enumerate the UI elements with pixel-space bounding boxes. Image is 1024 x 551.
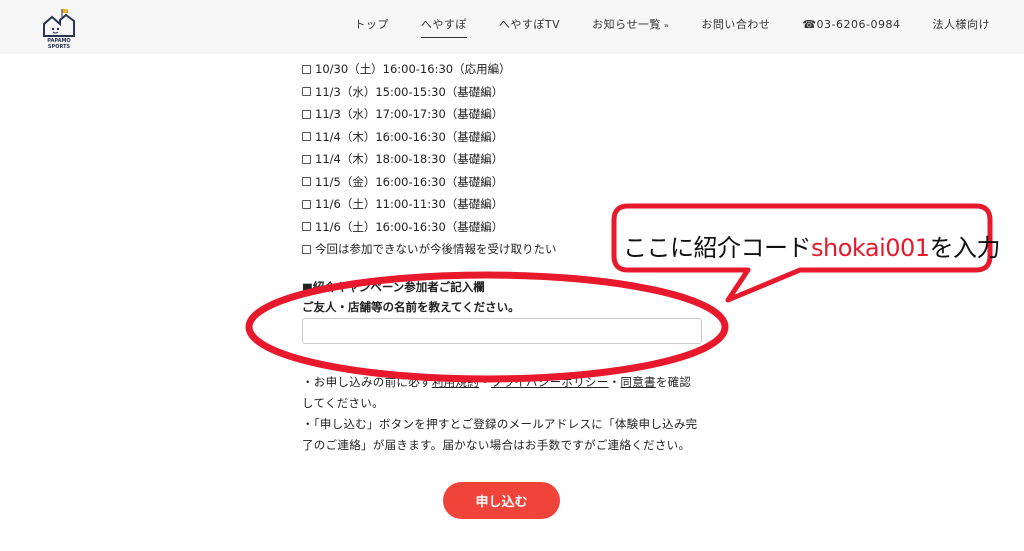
schedule-option-label: 10/30（土）16:00-16:30（応用編） (315, 62, 511, 77)
checkbox[interactable] (302, 64, 311, 74)
checkbox[interactable] (302, 109, 311, 119)
annotation-text-after: を入力 (929, 234, 1001, 262)
chevron-down-icon: » (663, 21, 670, 30)
referral-code: shokai001 (811, 234, 930, 262)
schedule-option-label: 11/5（金）16:00-16:30（基礎編） (315, 174, 504, 189)
schedule-option-label: 今回は参加できないが今後情報を受け取りたい (315, 242, 557, 257)
schedule-option-label: 11/6（土）11:00-11:30（基礎編） (315, 197, 504, 212)
schedule-option[interactable]: 10/30（土）16:00-16:30（応用編） (302, 58, 557, 81)
privacy-policy-link[interactable]: プライバシーポリシー (491, 375, 609, 389)
schedule-option[interactable]: 11/4（木）18:00-18:30（基礎編） (302, 148, 557, 171)
nav-phone[interactable]: ☎03-6206-0984 (802, 18, 900, 31)
checkbox[interactable] (302, 177, 311, 187)
checkbox[interactable] (302, 244, 311, 254)
notice-line-email: ・「申し込む」ボタンを押すとご登録のメールアドレスに「体験申し込み完了のご連絡」… (302, 417, 698, 452)
checkbox[interactable] (302, 199, 311, 209)
annotation-text-before: ここに紹介コード (623, 234, 812, 262)
nav-contact[interactable]: お問い合わせ (701, 16, 770, 32)
nav-top[interactable]: トップ (354, 16, 389, 32)
schedule-option[interactable]: 11/3（水）17:00-17:30（基礎編） (302, 103, 557, 126)
consent-form-link[interactable]: 同意書 (620, 375, 655, 389)
referral-name-input[interactable] (302, 318, 702, 344)
schedule-option[interactable]: 11/6（土）16:00-16:30（基礎編） (302, 216, 557, 239)
main-nav: トップ へやすぽ へやすぽTV お知らせ一覧» お問い合わせ ☎03-6206-… (322, 16, 991, 38)
nav-heyasupo[interactable]: へやすぽ (420, 16, 467, 38)
schedule-option-label: 11/3（水）15:00-15:30（基礎編） (315, 84, 504, 99)
schedule-option[interactable]: 11/3（水）15:00-15:30（基礎編） (302, 81, 557, 104)
checkbox[interactable] (302, 222, 311, 232)
notice-text: ・お申し込みの前に必ず利用規約・プライバシーポリシー・同意書を確認してください。… (302, 372, 702, 456)
schedule-option-label: 11/4（木）16:00-16:30（基礎編） (315, 129, 504, 144)
separator: ・ (608, 375, 621, 389)
nav-heyasupo-tv[interactable]: へやすぽTV (499, 16, 560, 32)
papamo-sports-logo[interactable]: PAPAMO SPORTS (36, 6, 82, 52)
site-header: PAPAMO SPORTS トップ へやすぽ へやすぽTV お知らせ一覧» お問… (0, 0, 1024, 54)
checkbox[interactable] (302, 87, 311, 97)
schedule-option[interactable]: 11/6（土）11:00-11:30（基礎編） (302, 193, 557, 216)
notice-line-terms: ・お申し込みの前に必ず利用規約・プライバシーポリシー・同意書を確認してください。 (302, 372, 702, 414)
schedule-option[interactable]: 11/4（木）16:00-16:30（基礎編） (302, 126, 557, 149)
schedule-option-future-info[interactable]: 今回は参加できないが今後情報を受け取りたい (302, 238, 557, 261)
schedule-options: 10/30（土）16:00-16:30（応用編） 11/3（水）15:00-15… (302, 58, 557, 261)
annotation-text: ここに紹介コードshokai001を入力 (623, 228, 1001, 263)
nav-news[interactable]: お知らせ一覧» (592, 16, 669, 32)
nav-corporate[interactable]: 法人様向け (933, 16, 991, 32)
referral-section-title: ■紹介キャンペーン参加者ご記入欄 (302, 280, 485, 294)
terms-link[interactable]: 利用規約 (432, 375, 479, 389)
schedule-option[interactable]: 11/5（金）16:00-16:30（基礎編） (302, 171, 557, 194)
submit-button[interactable]: 申し込む (443, 482, 560, 519)
separator: ・ (479, 375, 491, 389)
schedule-option-label: 11/6（土）16:00-16:30（基礎編） (315, 219, 504, 234)
checkbox[interactable] (302, 132, 311, 142)
notice-text-prefix: ・お申し込みの前に必ず (302, 375, 432, 389)
nav-news-label: お知らせ一覧 (592, 18, 661, 31)
referral-field-label: ご友人・店舗等の名前を教えてください。 (302, 300, 520, 314)
svg-text:SPORTS: SPORTS (48, 44, 71, 50)
schedule-option-label: 11/4（木）18:00-18:30（基礎編） (315, 152, 504, 167)
schedule-option-label: 11/3（水）17:00-17:30（基礎編） (315, 107, 504, 122)
checkbox[interactable] (302, 154, 311, 164)
